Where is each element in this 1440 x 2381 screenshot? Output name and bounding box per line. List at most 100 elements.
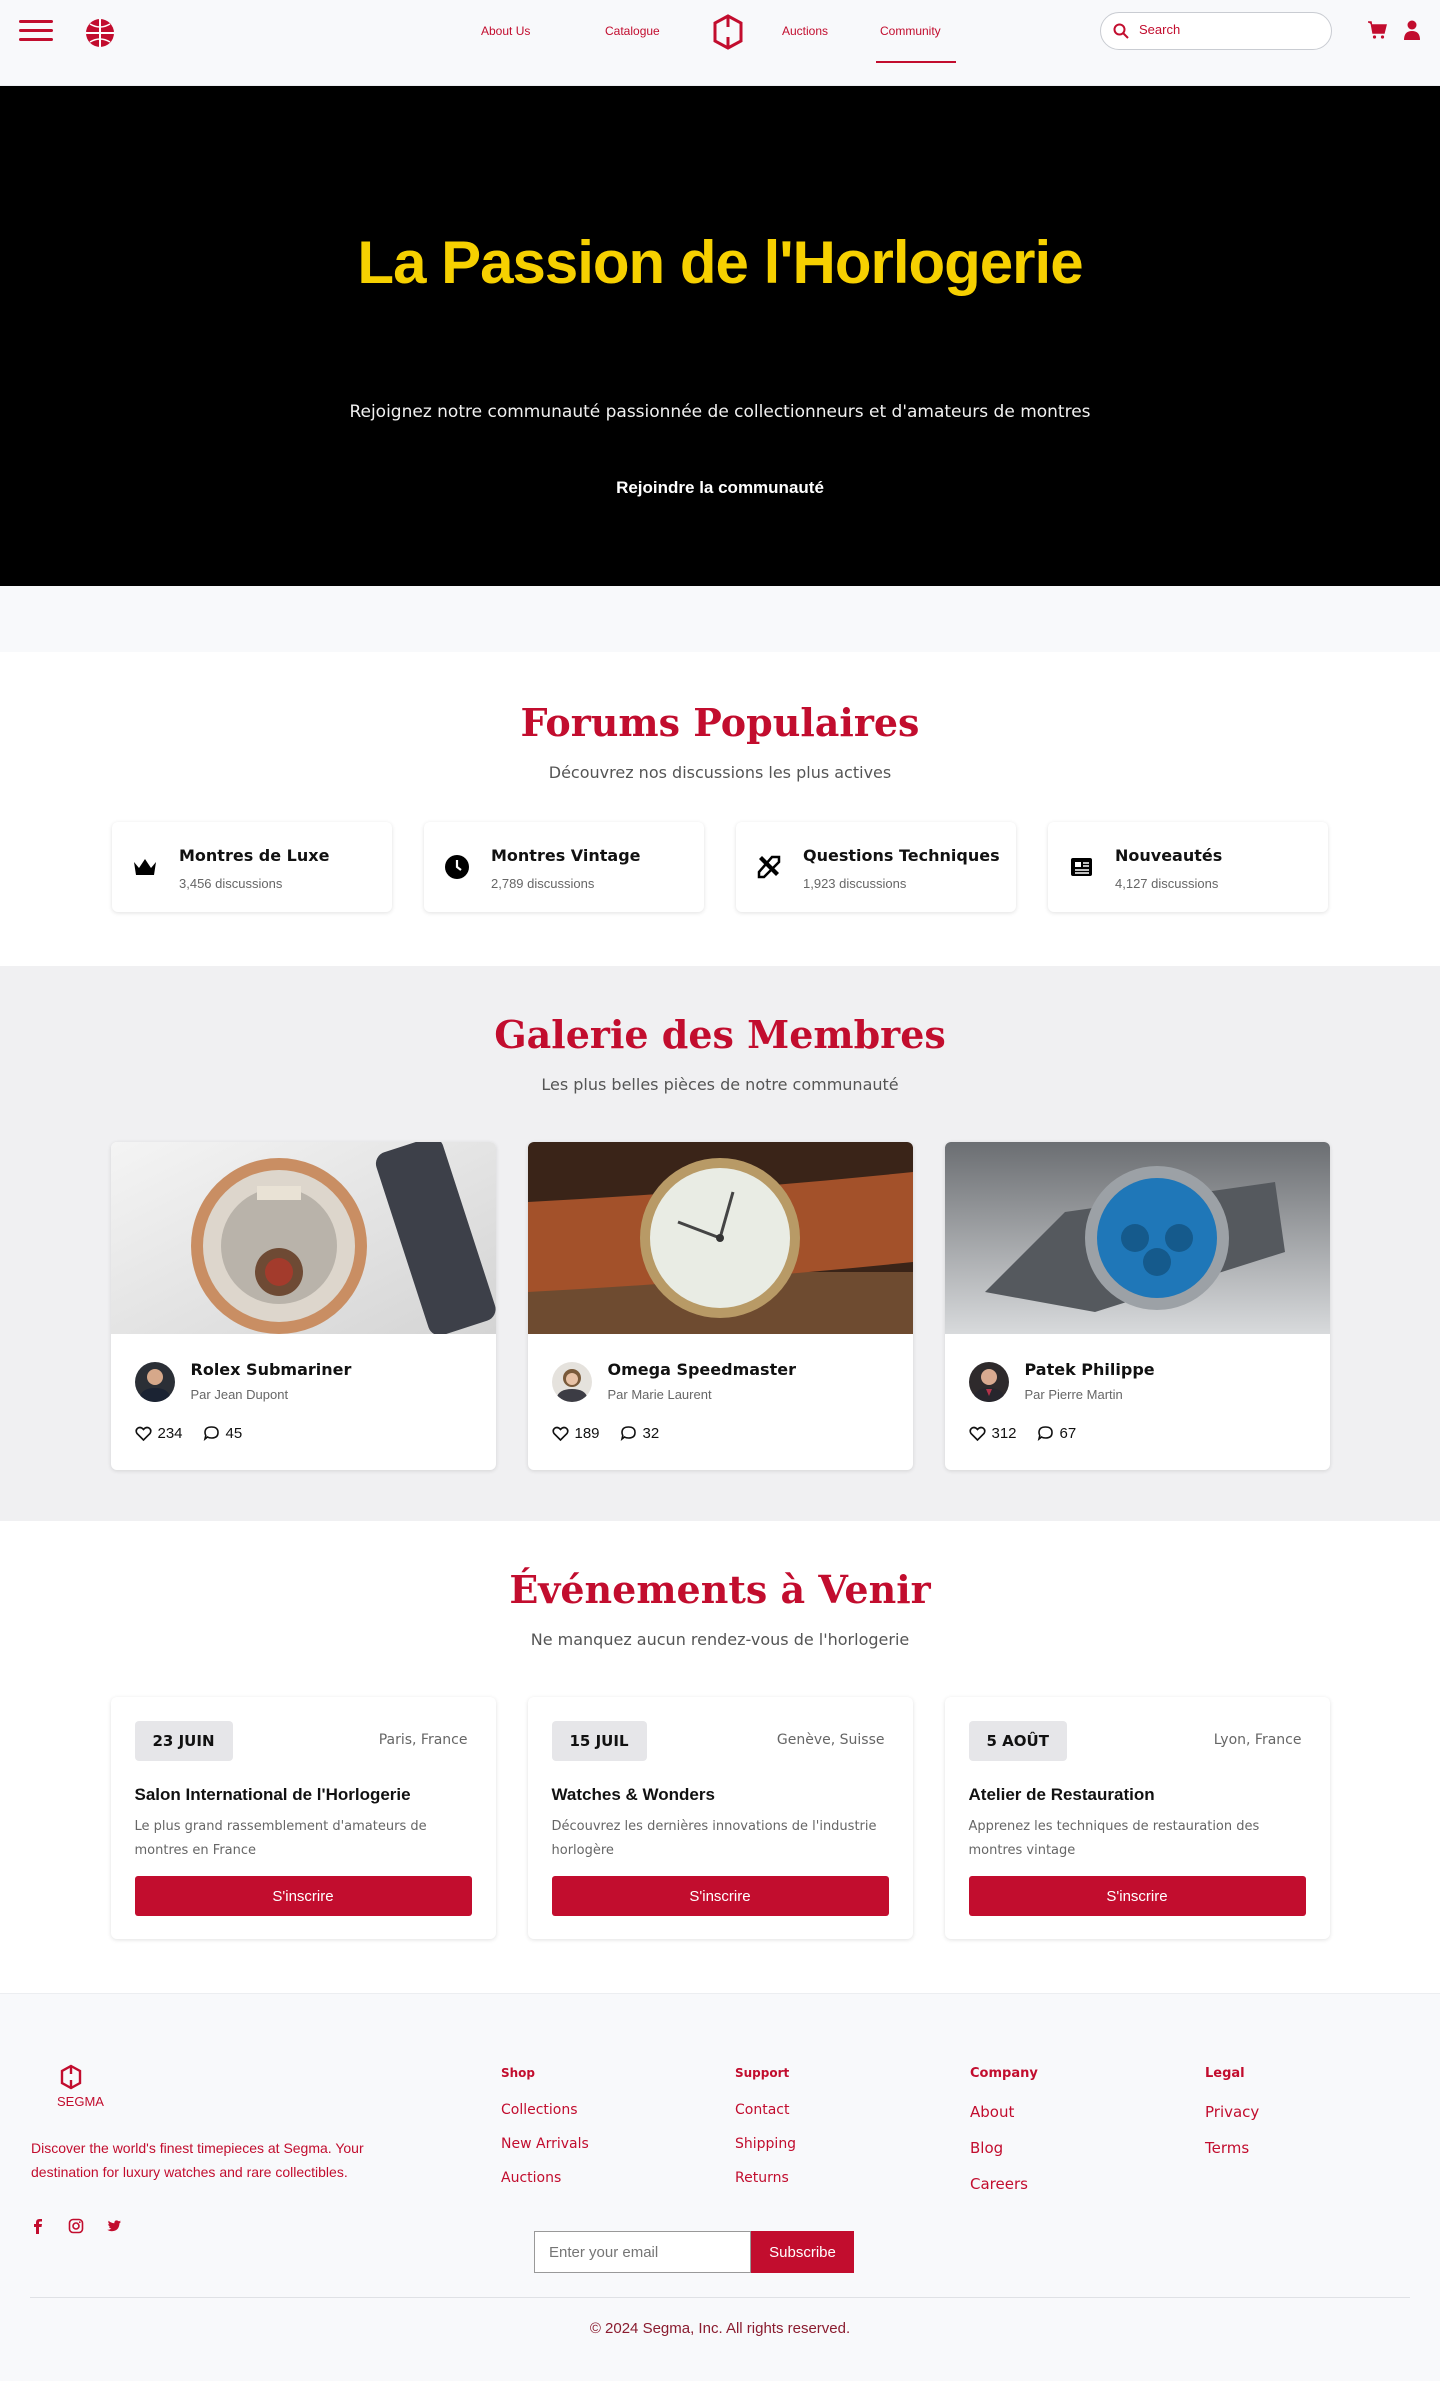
forum-count: 2,789 discussions — [491, 876, 595, 891]
watch-stats: 312 67 — [968, 1425, 1077, 1442]
hero-subtitle: Rejoignez notre communauté passionnée de… — [349, 402, 1091, 422]
nav-catalogue[interactable]: Catalogue — [605, 24, 660, 38]
gallery-subtitle: Les plus belles pièces de notre communau… — [541, 1075, 899, 1094]
forum-title: Questions Techniques — [803, 846, 1000, 865]
watch-photo-skeleton — [527, 1142, 913, 1334]
heart-icon[interactable] — [551, 1425, 569, 1442]
forum-count: 4,127 discussions — [1115, 876, 1219, 891]
events-section: Événements à Venir Ne manquez aucun rend… — [0, 1521, 1440, 1993]
hero-section: La Passion de l'Horlogerie Rejoignez not… — [0, 86, 1440, 586]
logo-icon[interactable] — [712, 14, 744, 50]
facebook-icon[interactable] — [30, 2218, 46, 2234]
footer-description: Discover the world's finest timepieces a… — [31, 2140, 364, 2180]
watch-name: Rolex Submariner — [190, 1360, 352, 1379]
gallery-card[interactable]: Patek Philippe Par Pierre Martin 312 67 — [944, 1142, 1330, 1470]
forum-card-nouveautes[interactable]: Nouveautés 4,127 discussions — [1048, 822, 1328, 912]
forums-title: Forums Populaires — [520, 700, 920, 745]
footer-column-legal: Legal Privacy Terms — [1205, 2066, 1259, 2175]
forum-card-technique[interactable]: Questions Techniques 1,923 discussions — [736, 822, 1016, 912]
footer-column-title: Company — [970, 2066, 1038, 2081]
site-header: About Us Catalogue Auctions Community — [0, 0, 1440, 86]
subscribe-button[interactable]: Subscribe — [751, 2231, 854, 2273]
watch-photo-skeleton — [944, 1142, 1330, 1334]
avatar — [968, 1362, 1009, 1402]
like-count: 189 — [574, 1425, 600, 1442]
footer-link[interactable]: Blog — [970, 2139, 1038, 2157]
heart-icon[interactable] — [134, 1425, 152, 1442]
forum-card-vintage[interactable]: Montres Vintage 2,789 discussions — [424, 822, 704, 912]
nav-active-indicator — [876, 61, 956, 63]
footer-link[interactable]: Collections — [501, 2102, 589, 2118]
footer-link[interactable]: Terms — [1205, 2139, 1259, 2157]
event-date-badge: 5 AOÛT — [968, 1721, 1067, 1761]
newsletter-form: Subscribe — [534, 2231, 854, 2273]
event-description: Apprenez les techniques de restauration … — [968, 1819, 1260, 1858]
search-input[interactable] — [1139, 22, 1319, 37]
footer-divider — [30, 2297, 1410, 2298]
watch-stats: 189 32 — [551, 1425, 660, 1442]
nav-about-us[interactable]: About Us — [481, 24, 530, 38]
event-description: Le plus grand rassemblement d'amateurs d… — [134, 1819, 427, 1858]
logo-icon[interactable] — [60, 2064, 82, 2090]
email-field[interactable] — [534, 2231, 751, 2273]
forum-count: 3,456 discussions — [179, 876, 283, 891]
footer-link[interactable]: Contact — [735, 2102, 796, 2118]
footer-link[interactable]: Privacy — [1205, 2103, 1259, 2121]
twitter-icon[interactable] — [106, 2218, 122, 2234]
footer-link[interactable]: About — [970, 2103, 1038, 2121]
nav-auctions[interactable]: Auctions — [782, 24, 828, 38]
event-card: 15 JUIL Genève, Suisse Watches & Wonders… — [527, 1697, 913, 1939]
site-footer: SEGMA Discover the world's finest timepi… — [0, 1993, 1440, 2379]
comment-count: 67 — [1059, 1425, 1077, 1442]
search-box[interactable] — [1100, 12, 1332, 50]
avatar — [134, 1362, 175, 1402]
comment-icon[interactable] — [620, 1425, 637, 1442]
tools-icon — [757, 855, 781, 879]
like-count: 312 — [991, 1425, 1017, 1442]
footer-link[interactable]: Shipping — [735, 2136, 796, 2152]
join-community-button[interactable]: Rejoindre la communauté — [0, 478, 1440, 498]
copyright: © 2024 Segma, Inc. All rights reserved. — [589, 2320, 851, 2337]
search-icon — [1113, 23, 1129, 39]
watch-name: Omega Speedmaster — [607, 1360, 796, 1379]
hero-title: La Passion de l'Horlogerie — [357, 229, 1083, 296]
register-button[interactable]: S'inscrire — [551, 1876, 889, 1916]
watch-stats: 234 45 — [134, 1425, 242, 1442]
footer-link[interactable]: Auctions — [501, 2170, 589, 2186]
register-button[interactable]: S'inscrire — [968, 1876, 1306, 1916]
user-icon[interactable] — [1403, 20, 1421, 40]
gallery-card[interactable]: Rolex Submariner Par Jean Dupont 234 45 — [110, 1142, 496, 1470]
footer-brand: SEGMA — [57, 2094, 104, 2109]
comment-icon[interactable] — [1037, 1425, 1054, 1442]
comment-icon[interactable] — [203, 1425, 220, 1442]
watch-author: Par Pierre Martin — [1024, 1387, 1123, 1402]
gallery-card[interactable]: Omega Speedmaster Par Marie Laurent 189 … — [527, 1142, 913, 1470]
events-subtitle: Ne manquez aucun rendez-vous de l'horlog… — [530, 1630, 910, 1649]
event-title: Atelier de Restauration — [968, 1785, 1155, 1804]
footer-column-title: Legal — [1205, 2066, 1245, 2081]
forum-title: Montres Vintage — [491, 846, 641, 865]
footer-link[interactable]: Returns — [735, 2170, 796, 2186]
event-location: Paris, France — [378, 1732, 468, 1748]
watch-photo-skeleton — [110, 1142, 496, 1336]
heart-icon[interactable] — [968, 1425, 986, 1442]
event-description: Découvrez les dernières innovations de l… — [551, 1819, 877, 1858]
event-date-badge: 23 JUIN — [134, 1721, 233, 1761]
nav-community[interactable]: Community — [880, 24, 941, 38]
footer-link[interactable]: Careers — [970, 2175, 1038, 2193]
event-title: Salon International de l'Horlogerie — [134, 1785, 411, 1804]
register-button[interactable]: S'inscrire — [134, 1876, 472, 1916]
instagram-icon[interactable] — [68, 2218, 84, 2234]
event-card: 5 AOÛT Lyon, France Atelier de Restaurat… — [944, 1697, 1330, 1939]
events-title: Événements à Venir — [509, 1567, 931, 1612]
footer-column-title: Shop — [501, 2066, 536, 2080]
footer-link[interactable]: New Arrivals — [501, 2136, 589, 2152]
forum-card-luxe[interactable]: Montres de Luxe 3,456 discussions — [112, 822, 392, 912]
event-location: Genève, Suisse — [776, 1732, 885, 1748]
comment-count: 32 — [642, 1425, 660, 1442]
forum-count: 1,923 discussions — [803, 876, 907, 891]
cart-icon[interactable] — [1367, 20, 1387, 40]
event-card: 23 JUIN Paris, France Salon Internationa… — [110, 1697, 496, 1939]
event-date-badge: 15 JUIL — [551, 1721, 647, 1761]
footer-column-title: Support — [735, 2066, 790, 2080]
